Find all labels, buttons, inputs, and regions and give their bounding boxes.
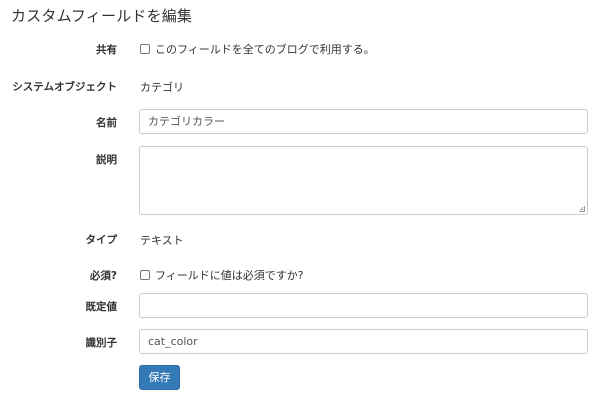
type-value: テキスト bbox=[140, 234, 184, 247]
identifier-label: 識別子 bbox=[85, 337, 118, 349]
description-label: 説明 bbox=[96, 154, 117, 166]
shared-checkbox-group[interactable]: このフィールドを全てのブログで利用する。 bbox=[140, 41, 375, 57]
required-label: 必須? bbox=[89, 270, 117, 282]
required-checkbox[interactable] bbox=[140, 270, 150, 280]
shared-checkbox[interactable] bbox=[140, 44, 150, 54]
default-value-label: 既定値 bbox=[85, 301, 118, 313]
save-button[interactable]: 保存 bbox=[139, 365, 180, 390]
identifier-input[interactable]: cat_color bbox=[139, 329, 588, 354]
resize-grip-icon[interactable] bbox=[579, 206, 585, 212]
required-checkbox-group[interactable]: フィールドに値は必須ですか? bbox=[140, 267, 304, 283]
system-object-label: システムオブジェクト bbox=[12, 81, 117, 93]
description-textarea[interactable] bbox=[139, 146, 588, 215]
default-value-input[interactable] bbox=[139, 293, 588, 318]
name-input[interactable]: カテゴリカラー bbox=[139, 109, 588, 134]
page-title: カスタムフィールドを編集 bbox=[11, 7, 193, 25]
shared-checkbox-label[interactable]: このフィールドを全てのブログで利用する。 bbox=[155, 41, 375, 57]
required-checkbox-label[interactable]: フィールドに値は必須ですか? bbox=[155, 267, 304, 283]
type-label: タイプ bbox=[85, 234, 118, 246]
shared-label: 共有 bbox=[96, 44, 117, 56]
name-label: 名前 bbox=[96, 117, 117, 129]
system-object-value: カテゴリ bbox=[140, 81, 184, 94]
